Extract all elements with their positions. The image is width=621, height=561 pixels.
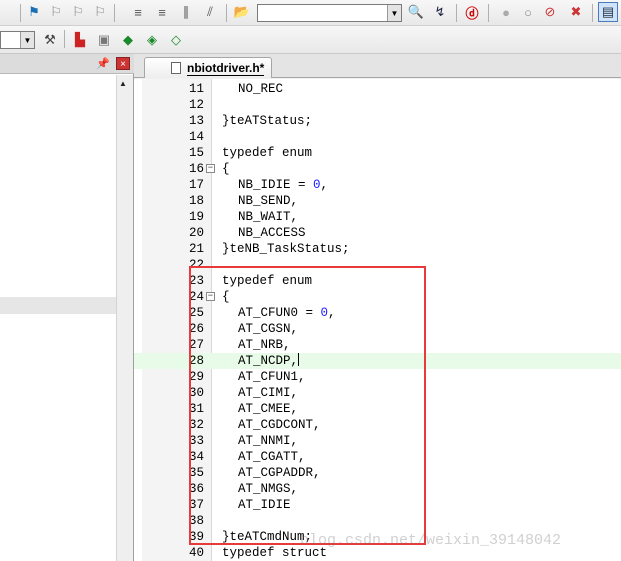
bookmark-prev-icon[interactable]: ⚐ xyxy=(46,2,66,22)
toolbar-separator xyxy=(592,4,593,22)
toolbar-separator xyxy=(456,4,457,22)
code-line[interactable]: 13 }teATStatus; xyxy=(134,113,621,129)
line-code: NO_REC xyxy=(238,82,284,96)
chevron-down-icon[interactable]: ▼ xyxy=(387,5,401,21)
line-number: 19 xyxy=(188,210,204,224)
code-line[interactable]: 14 xyxy=(134,129,621,145)
toolbar-separator xyxy=(226,4,227,22)
line-code: }teNB_TaskStatus; xyxy=(222,242,350,256)
code-line[interactable]: 21 }teNB_TaskStatus; xyxy=(134,241,621,257)
breakpoint-kill-icon[interactable]: ⊘ xyxy=(540,2,560,22)
line-code: NB_SEND, xyxy=(238,194,299,208)
pin-icon[interactable]: 📌 xyxy=(96,57,110,70)
line-number: 12 xyxy=(188,98,204,112)
line-code: }teATStatus; xyxy=(222,114,313,128)
fold-toggle-icon[interactable]: − xyxy=(206,164,215,173)
line-number: 17 xyxy=(188,178,204,192)
editor-tab-strip: nbiotdriver.h* xyxy=(134,54,621,78)
select-packs-icon[interactable]: ◇ xyxy=(166,30,186,50)
line-number: 11 xyxy=(188,82,204,96)
code-line[interactable]: 20 NB_ACCESS xyxy=(134,225,621,241)
toolbar-separator xyxy=(20,4,21,22)
uncomment-icon[interactable]: ⫽ xyxy=(200,2,220,22)
numeric-literal: 0 xyxy=(313,178,321,192)
chevron-down-icon[interactable]: ▼ xyxy=(20,32,34,48)
bookmark-next-icon[interactable]: ⚐ xyxy=(68,2,88,22)
scroll-up-icon[interactable]: ▲ xyxy=(119,79,127,88)
find-in-files-icon[interactable]: 📂 xyxy=(232,2,252,22)
main-toolbar: ⚑ ⚐ ⚐ ⚐ ≡ ≡ ∥ ⫽ 📂 ▼ 🔍 ↯ ⓓ ● ○ ⊘ ✖ ▤ xyxy=(0,0,621,26)
file-icon xyxy=(171,62,181,74)
comment-icon[interactable]: ∥ xyxy=(176,2,196,22)
breakpoint-icon[interactable]: ● xyxy=(496,2,516,22)
code-line[interactable]: 12 xyxy=(134,97,621,113)
file-extensions-icon[interactable]: ▣ xyxy=(94,30,114,50)
line-number: 40 xyxy=(188,546,204,560)
breakpoint-disable-icon[interactable]: ○ xyxy=(518,2,538,22)
debug-start-icon[interactable]: ⓓ xyxy=(462,2,482,22)
project-pane: 📌 × ▲ xyxy=(0,54,134,561)
find-combo[interactable]: ▼ xyxy=(257,4,402,22)
find-icon[interactable]: 🔍 xyxy=(406,2,426,22)
line-number: 18 xyxy=(188,194,204,208)
build-toolbar: ▼ ⚒ ▙ ▣ ◆ ◈ ◇ xyxy=(0,26,621,54)
window-layout-icon[interactable]: ▤ xyxy=(598,2,618,22)
pack-installer-icon[interactable]: ◈ xyxy=(142,30,162,50)
line-code: { xyxy=(222,162,230,176)
bookmark-clear-icon[interactable]: ⚐ xyxy=(90,2,110,22)
incremental-find-icon[interactable]: ↯ xyxy=(430,2,450,22)
ide-window: ⚑ ⚐ ⚐ ⚐ ≡ ≡ ∥ ⫽ 📂 ▼ 🔍 ↯ ⓓ ● ○ ⊘ ✖ ▤ ▼ ⚒ xyxy=(0,0,621,561)
line-number: 21 xyxy=(188,242,204,256)
bookmark-toggle-icon[interactable]: ⚑ xyxy=(24,2,44,22)
tab-label: nbiotdriver.h* xyxy=(187,61,265,76)
run-time-environment-icon[interactable]: ◆ xyxy=(118,30,138,50)
watermark: blog.csdn.net/weixin_39148042 xyxy=(300,532,562,549)
line-code: NB_WAIT, xyxy=(238,210,299,224)
manage-components-icon[interactable]: ▙ xyxy=(70,30,90,50)
code-line[interactable]: 19 NB_WAIT, xyxy=(134,209,621,225)
line-number: 13 xyxy=(188,114,204,128)
code-line[interactable]: 11 NO_REC xyxy=(134,81,621,97)
code-line[interactable]: 15 typedef enum xyxy=(134,145,621,161)
code-line[interactable]: 18 NB_SEND, xyxy=(134,193,621,209)
target-combo[interactable]: ▼ xyxy=(0,31,35,49)
toolbar-separator xyxy=(114,4,115,22)
line-number: 16 xyxy=(188,162,204,176)
line-code: NB_ACCESS xyxy=(238,226,306,240)
line-number: 20 xyxy=(188,226,204,240)
line-number: 15 xyxy=(188,146,204,160)
project-pane-header: 📌 × xyxy=(0,54,134,74)
selected-tree-row[interactable] xyxy=(0,297,116,314)
code-line[interactable]: 17 NB_IDIE = 0, xyxy=(134,177,621,193)
toolbar-separator xyxy=(488,4,489,22)
unindent-icon[interactable]: ≡ xyxy=(152,2,172,22)
line-code: NB_IDIE = 0, xyxy=(238,178,329,192)
highlight-annotation-box xyxy=(189,266,426,545)
breakpoint-clear-icon[interactable]: ✖ xyxy=(566,2,586,22)
tab-nbiotdriver-h[interactable]: nbiotdriver.h* xyxy=(144,57,272,78)
toolbar-separator xyxy=(64,30,65,48)
line-code: typedef enum xyxy=(222,146,313,160)
line-number: 14 xyxy=(188,130,204,144)
code-line[interactable]: 16 {− xyxy=(134,161,621,177)
project-pane-scrollbar[interactable]: ▲ xyxy=(116,75,133,561)
close-icon[interactable]: × xyxy=(116,57,130,70)
indent-icon[interactable]: ≡ xyxy=(128,2,148,22)
target-options-icon[interactable]: ⚒ xyxy=(40,30,60,50)
